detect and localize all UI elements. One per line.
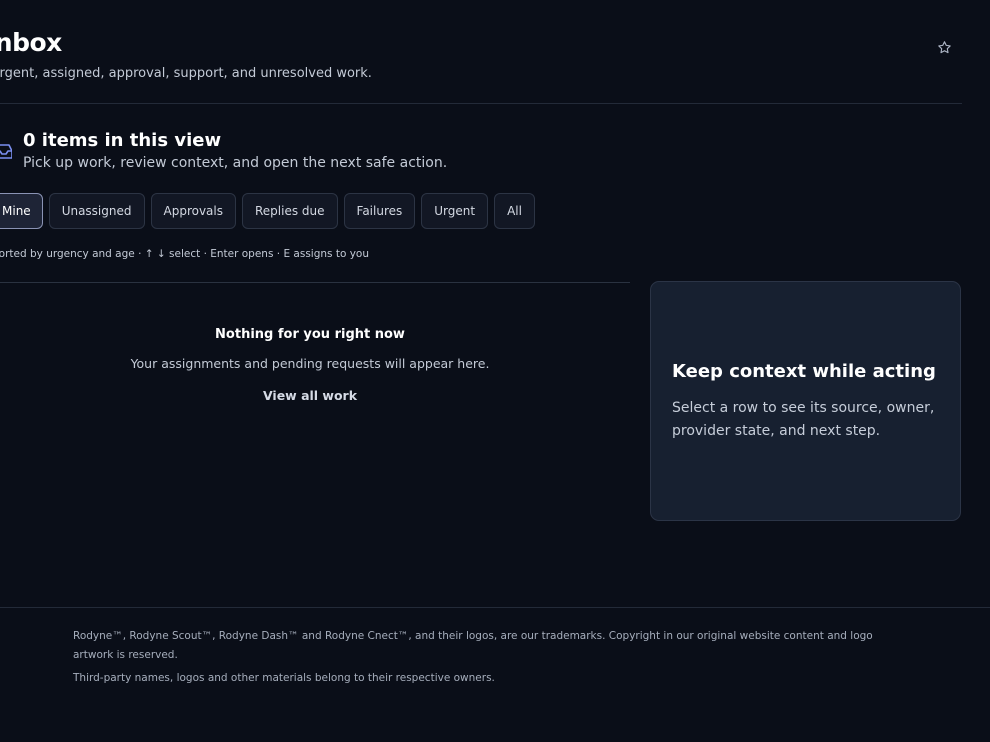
favorite-button[interactable] bbox=[933, 36, 955, 58]
inbox-icon bbox=[0, 144, 12, 159]
view-description: Pick up work, review context, and open t… bbox=[23, 155, 448, 171]
footer-third-party: Third-party names, logos and other mater… bbox=[73, 672, 495, 684]
footer-divider bbox=[0, 607, 990, 608]
view-all-work-link[interactable]: View all work bbox=[263, 388, 357, 403]
context-panel: Keep context while acting Select a row t… bbox=[650, 281, 961, 521]
empty-state-title: Nothing for you right now bbox=[215, 327, 405, 342]
context-panel-description: Select a row to see its source, owner, p… bbox=[672, 400, 935, 439]
page-title: Inbox bbox=[0, 28, 62, 57]
list-divider bbox=[0, 282, 630, 283]
star-icon bbox=[937, 40, 951, 53]
filter-mine[interactable]: Mine bbox=[0, 193, 43, 229]
context-panel-title: Keep context while acting bbox=[672, 361, 936, 382]
page-subtitle: Urgent, assigned, approval, support, and… bbox=[0, 66, 372, 81]
filter-failures[interactable]: Failures bbox=[343, 193, 416, 229]
inbox-page: Inbox Urgent, assigned, approval, suppor… bbox=[0, 0, 990, 742]
empty-state-link-wrap: View all work bbox=[0, 385, 620, 404]
view-item-count: 0 items in this view bbox=[23, 130, 222, 151]
filter-all[interactable]: All bbox=[494, 193, 535, 229]
filter-approvals[interactable]: Approvals bbox=[150, 193, 236, 229]
sort-hint: Sorted by urgency and age · ↑ ↓ select ·… bbox=[0, 248, 370, 260]
filter-unassigned[interactable]: Unassigned bbox=[48, 193, 145, 229]
footer-trademark: Rodyne™, Rodyne Scout™, Rodyne Dash™ and… bbox=[73, 630, 873, 661]
filter-replies-due[interactable]: Replies due bbox=[242, 193, 338, 229]
filter-urgent[interactable]: Urgent bbox=[421, 193, 489, 229]
filter-tabs: Mine Unassigned Approvals Replies due Fa… bbox=[0, 193, 535, 229]
header-divider bbox=[0, 103, 962, 104]
empty-state-description: Your assignments and pending requests wi… bbox=[130, 356, 490, 371]
